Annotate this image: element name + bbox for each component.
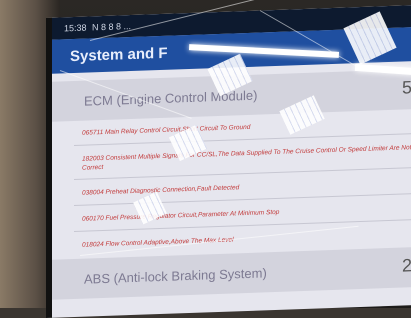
page-title: System and F [70, 44, 168, 66]
ecu-dtc-count: 5 [401, 77, 411, 98]
status-time: 15:38 [64, 22, 87, 34]
ecu-dtc-count: 2 [401, 255, 411, 276]
ecu-row-abs[interactable]: ABS (Anti-lock Braking System) 2 [52, 246, 411, 300]
dtc-item: 018024 Flow Control Adaptive,Above The M… [82, 236, 234, 249]
ecu-name: ABS (Anti-lock Braking System) [84, 265, 267, 287]
